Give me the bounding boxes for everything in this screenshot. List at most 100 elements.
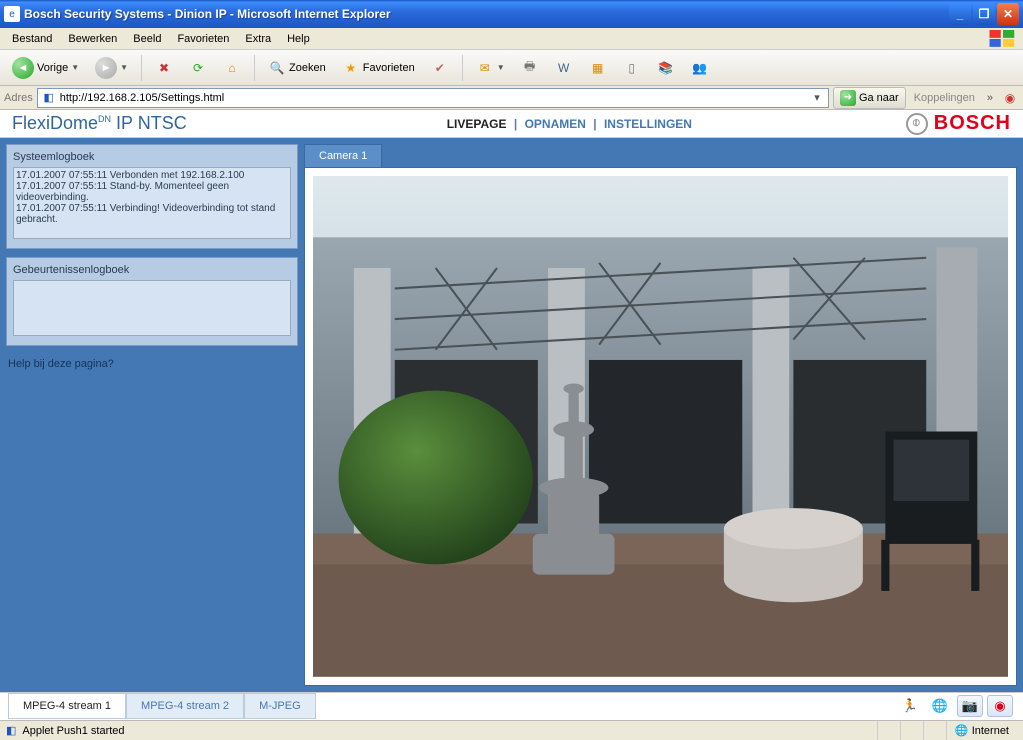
left-column: Systeemlogboek Gebeurtenissenlogboek Hel…	[6, 144, 298, 686]
home-icon: ⌂	[223, 59, 241, 77]
chevron-down-icon[interactable]: ▾	[809, 91, 825, 104]
minimize-button[interactable]: _	[949, 3, 971, 25]
product-name: FlexiDomeDN IP NTSC	[12, 113, 187, 134]
status-zone: 🌐 Internet	[946, 721, 1017, 740]
nav-instellingen[interactable]: INSTELLINGEN	[604, 117, 692, 131]
menu-favorieten[interactable]: Favorieten	[171, 31, 235, 47]
search-button[interactable]: 🔍 Zoeken	[262, 56, 332, 80]
run-icon[interactable]: 🏃	[897, 695, 923, 717]
page-status-icon: ◧	[6, 724, 16, 737]
camera-tabs: Camera 1	[304, 144, 1017, 167]
history-button[interactable]: ✔	[425, 56, 455, 80]
edit-button[interactable]: W	[549, 56, 579, 80]
menubar: Bestand Bewerken Beeld Favorieten Extra …	[0, 28, 1023, 50]
menu-bewerken[interactable]: Bewerken	[62, 31, 123, 47]
video-frame	[304, 167, 1017, 686]
page-favicon-icon: ◧	[41, 90, 57, 106]
status-cell	[877, 721, 894, 740]
search-label: Zoeken	[289, 62, 326, 74]
refresh-button[interactable]: ⟳	[183, 56, 213, 80]
tool2-button[interactable]: ▯	[617, 56, 647, 80]
window-titlebar: e Bosch Security Systems - Dinion IP - M…	[0, 0, 1023, 28]
snapshot-button[interactable]: 📷	[957, 695, 983, 717]
event-log-title: Gebeurtenissenlogboek	[13, 264, 291, 276]
page-content: FlexiDomeDN IP NTSC LIVEPAGE | OPNAMEN |…	[0, 110, 1023, 720]
maximize-button[interactable]: ❐	[973, 3, 995, 25]
star-icon: ★	[342, 59, 360, 77]
menu-bestand[interactable]: Bestand	[6, 31, 58, 47]
back-icon: ◄	[12, 57, 34, 79]
favorites-button[interactable]: ★ Favorieten	[336, 56, 421, 80]
go-icon: ➜	[840, 90, 856, 106]
research-icon: 📚	[657, 59, 675, 77]
menu-help[interactable]: Help	[281, 31, 316, 47]
stream-bar: MPEG-4 stream 1 MPEG-4 stream 2 M-JPEG 🏃…	[0, 692, 1023, 720]
forward-icon: ►	[95, 57, 117, 79]
stop-button[interactable]: ✖	[149, 56, 179, 80]
camera-tab-1[interactable]: Camera 1	[304, 144, 382, 167]
search-icon: 🔍	[268, 59, 286, 77]
links-label[interactable]: Koppelingen	[910, 92, 979, 104]
print-button[interactable]: 🖶	[515, 56, 545, 80]
back-label: Vorige	[37, 62, 68, 74]
mail-icon: ✉	[476, 59, 494, 77]
main-area: Systeemlogboek Gebeurtenissenlogboek Hel…	[0, 138, 1023, 692]
bosch-logo: ⦶ BOSCH	[906, 112, 1011, 135]
internet-zone-icon: 🌐	[955, 724, 969, 737]
stream-tab-3[interactable]: M-JPEG	[244, 693, 316, 719]
status-bar: ◧ Applet Push1 started 🌐 Internet	[0, 720, 1023, 740]
globe-icon[interactable]: 🌐	[927, 695, 953, 717]
messenger-icon: 👥	[691, 59, 709, 77]
event-log-panel: Gebeurtenissenlogboek	[6, 257, 298, 346]
address-label: Adres	[4, 92, 33, 104]
status-cell	[923, 721, 940, 740]
home-button[interactable]: ⌂	[217, 56, 247, 80]
av-icon[interactable]: ◉	[1001, 89, 1019, 107]
stream-tab-2[interactable]: MPEG-4 stream 2	[126, 693, 244, 719]
nav-links: LIVEPAGE | OPNAMEN | INSTELLINGEN	[447, 117, 692, 131]
chevron-down-icon: ▼	[71, 63, 79, 72]
menu-extra[interactable]: Extra	[239, 31, 277, 47]
toolbar: ◄ Vorige ▼ ► ▼ ✖ ⟳ ⌂ 🔍 Zoeken ★ Favoriet…	[0, 50, 1023, 86]
refresh-icon: ⟳	[189, 59, 207, 77]
edit-icon: W	[555, 59, 573, 77]
go-label: Ga naar	[859, 92, 899, 104]
chevrons-icon[interactable]: »	[983, 92, 997, 104]
toolbar-separator	[462, 55, 463, 81]
record-button[interactable]: ◉	[987, 695, 1013, 717]
app-icon: e	[4, 6, 20, 22]
phone-icon: ▯	[623, 59, 641, 77]
brand-bar: FlexiDomeDN IP NTSC LIVEPAGE | OPNAMEN |…	[0, 110, 1023, 138]
toolbar-separator	[254, 55, 255, 81]
status-cell	[900, 721, 917, 740]
mail-button[interactable]: ✉▼	[470, 56, 511, 80]
stop-icon: ✖	[155, 59, 173, 77]
windows-logo-icon	[989, 30, 1017, 48]
toolbar-separator	[141, 55, 142, 81]
status-text: Applet Push1 started	[22, 725, 871, 737]
tool1-button[interactable]: ▦	[583, 56, 613, 80]
go-button[interactable]: ➜ Ga naar	[833, 87, 906, 109]
right-column: Camera 1	[304, 144, 1017, 686]
help-link[interactable]: Help bij deze pagina?	[6, 354, 298, 374]
url-box[interactable]: ◧ ▾	[37, 88, 829, 108]
chevron-down-icon: ▼	[120, 63, 128, 72]
nav-opnamen[interactable]: OPNAMEN	[525, 117, 586, 131]
research-button[interactable]: 📚	[651, 56, 681, 80]
forward-button[interactable]: ► ▼	[89, 54, 134, 82]
window-title: Bosch Security Systems - Dinion IP - Mic…	[24, 7, 949, 21]
event-log-text[interactable]	[13, 280, 291, 336]
system-log-title: Systeemlogboek	[13, 151, 291, 163]
camera-video	[313, 176, 1008, 677]
chevron-down-icon: ▼	[497, 63, 505, 72]
url-input[interactable]	[60, 92, 809, 104]
system-log-text[interactable]	[13, 167, 291, 239]
back-button[interactable]: ◄ Vorige ▼	[6, 54, 85, 82]
system-log-panel: Systeemlogboek	[6, 144, 298, 249]
close-button[interactable]: ✕	[997, 3, 1019, 25]
bosch-ring-icon: ⦶	[906, 113, 928, 135]
messenger-button[interactable]: 👥	[685, 56, 715, 80]
stream-tab-1[interactable]: MPEG-4 stream 1	[8, 693, 126, 719]
menu-beeld[interactable]: Beeld	[127, 31, 167, 47]
nav-livepage[interactable]: LIVEPAGE	[447, 117, 507, 131]
